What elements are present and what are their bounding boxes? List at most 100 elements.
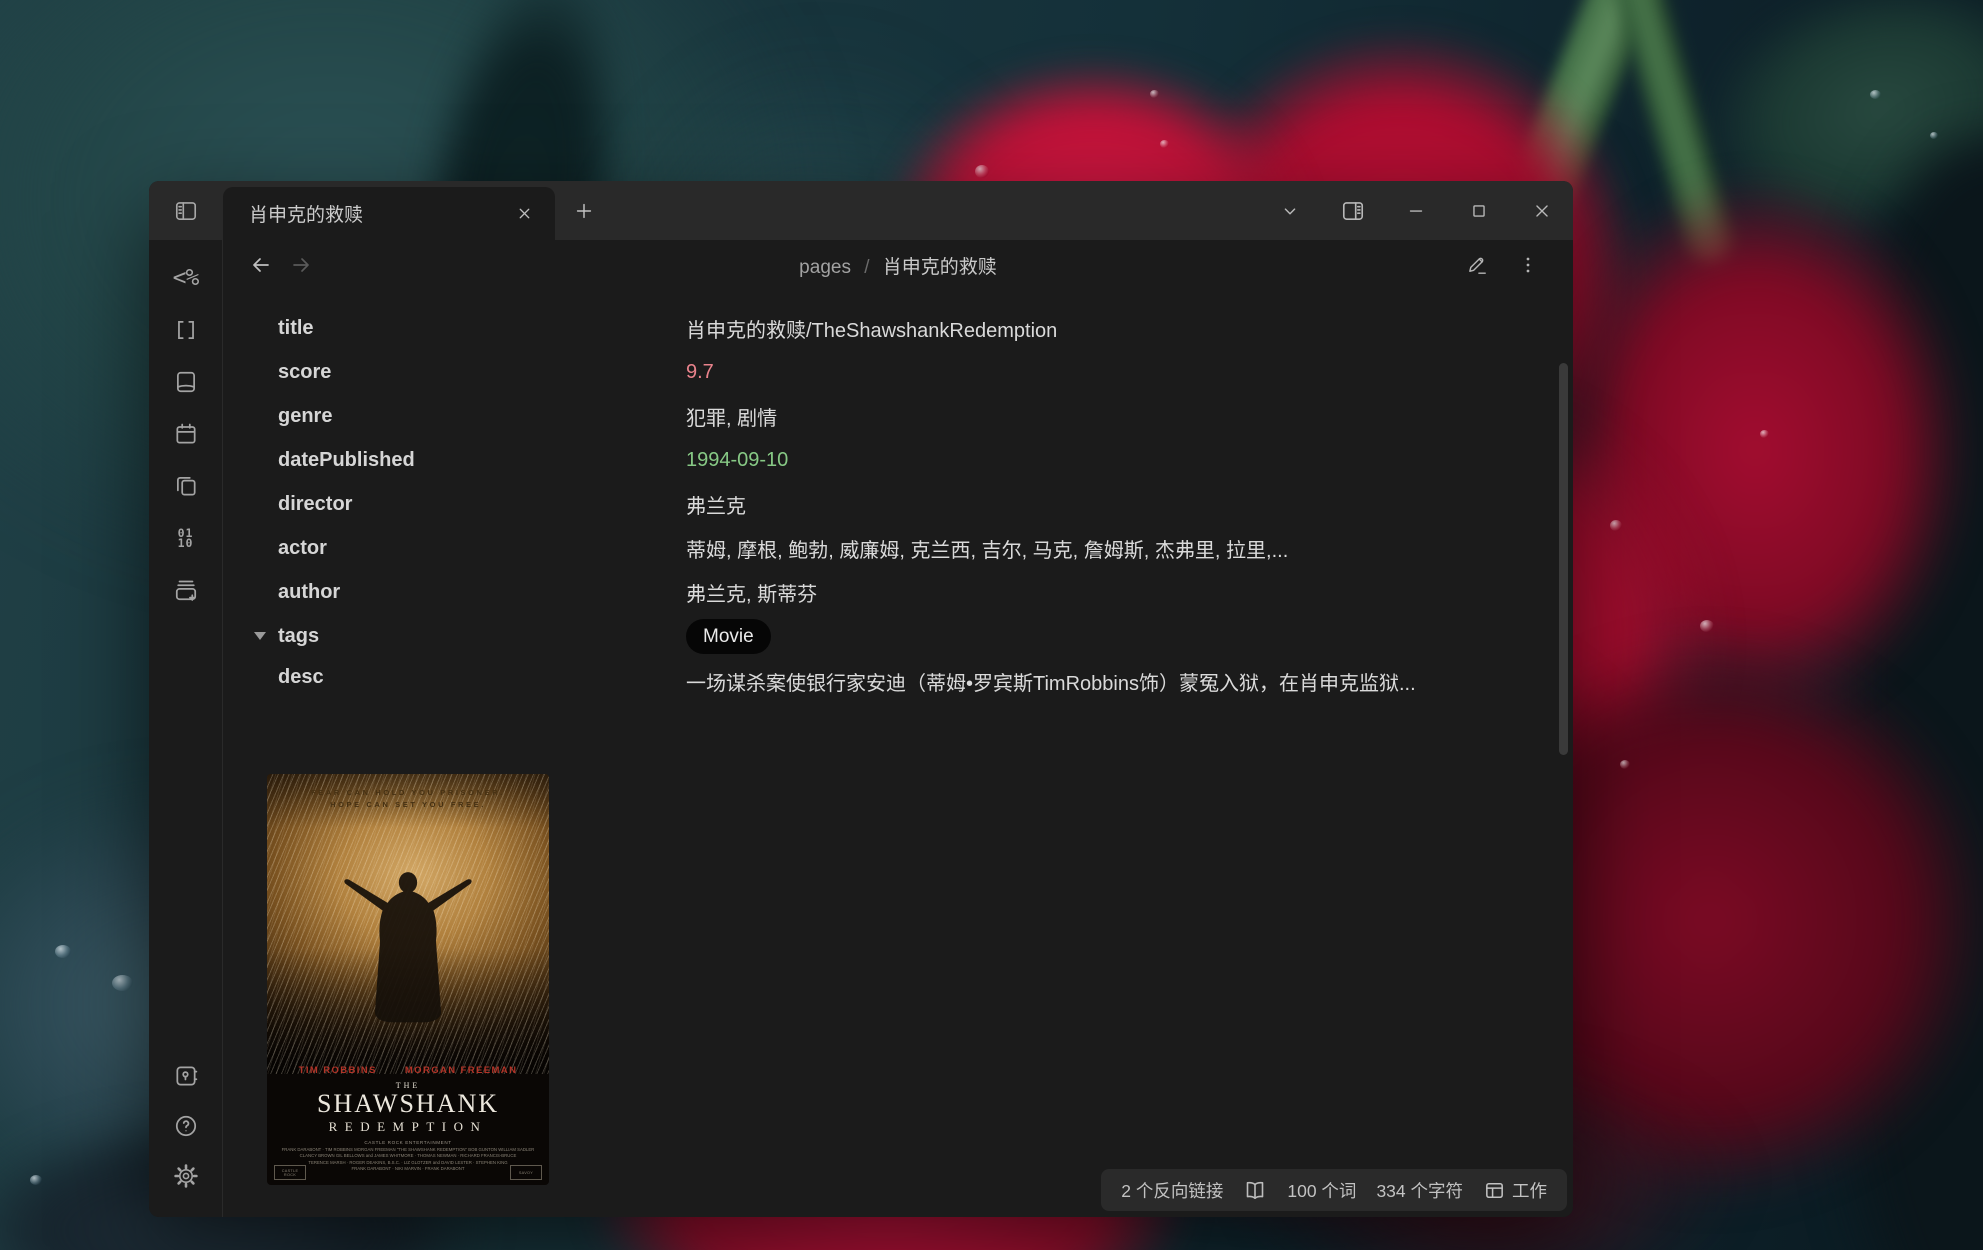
collapse-caret-icon[interactable] — [254, 632, 266, 640]
nav-arrows — [249, 253, 313, 277]
attribute-key[interactable]: genre — [278, 405, 686, 428]
titlebar-drag-area[interactable] — [613, 181, 1258, 240]
dock-calendar-button[interactable] — [149, 408, 223, 460]
water-drop — [1150, 90, 1159, 98]
water-drop — [975, 165, 989, 178]
attribute-key[interactable]: datePublished — [278, 449, 686, 472]
close-window-button[interactable] — [1510, 181, 1573, 240]
dock-book-button[interactable] — [149, 356, 223, 408]
left-dock: <% — [149, 240, 223, 1217]
attribute-value: Movie — [686, 619, 771, 654]
dock-brackets-button[interactable] — [149, 304, 223, 356]
workspace-icon — [1483, 1179, 1506, 1202]
gear-icon — [173, 1163, 199, 1189]
edit-mode-button[interactable] — [1466, 254, 1489, 277]
tab-close-button[interactable] — [507, 197, 541, 231]
arrow-right-icon — [289, 253, 313, 277]
water-drop — [1700, 620, 1714, 632]
help-icon — [173, 1113, 199, 1139]
poster-tagline: FEAR CAN HOLD YOU PRISONER. HOPE CAN SET… — [267, 787, 549, 811]
poster-studio-line: CASTLE ROCK ENTERTAINMENT — [267, 1140, 549, 1145]
attribute-row-author[interactable]: author 弗兰克, 斯蒂芬 — [223, 570, 1573, 614]
window-body: <% — [149, 240, 1573, 1217]
breadcrumb-parent[interactable]: pages — [799, 257, 851, 278]
poster-actor-names: TIM ROBBINS MORGAN FREEMAN — [267, 1065, 549, 1076]
minimize-button[interactable] — [1384, 181, 1447, 240]
document-header: pages / 肖申克的救赎 — [223, 240, 1573, 290]
status-bar: 2 个反向链接 100 个词 334 个字符 — [1101, 1169, 1567, 1211]
dock-bottom-group — [149, 1051, 223, 1217]
window-controls — [1258, 181, 1573, 240]
attribute-key[interactable]: director — [278, 493, 686, 516]
poster-text-block: TIM ROBBINS MORGAN FREEMAN THE SHAWSHANK… — [267, 1063, 549, 1185]
attribute-value[interactable]: 弗兰克, 斯蒂芬 — [686, 578, 817, 607]
attribute-row-genre[interactable]: genre 犯罪, 剧情 — [223, 394, 1573, 438]
water-drop — [1160, 140, 1169, 148]
poster-title-sub: REDEMPTION — [267, 1119, 549, 1135]
attribute-value[interactable]: 弗兰克 — [686, 490, 746, 519]
breadcrumb-current[interactable]: 肖申克的救赎 — [883, 257, 997, 278]
attribute-row-desc[interactable]: desc 一场谋杀案使银行家安迪（蒂姆•罗宾斯TimRobbins饰）蒙冤入狱，… — [223, 658, 1573, 718]
arrow-left-icon — [249, 253, 273, 277]
attribute-value[interactable]: 一场谋杀案使银行家安迪（蒂姆•罗宾斯TimRobbins饰）蒙冤入狱，在肖申克监… — [686, 666, 1506, 702]
poster-title-main: SHAWSHANK — [267, 1091, 549, 1117]
more-options-button[interactable] — [1517, 254, 1539, 276]
back-button[interactable] — [249, 253, 273, 277]
char-count: 334 个字符 — [1376, 1178, 1463, 1203]
attribute-row-tags[interactable]: tags Movie — [223, 614, 1573, 658]
attribute-key-label: tags — [278, 625, 319, 647]
man-in-rain-silhouette — [329, 852, 487, 1030]
attribute-row-score[interactable]: score 9.7 — [223, 350, 1573, 394]
water-drop — [1610, 520, 1622, 531]
vertical-scrollbar-thumb[interactable] — [1559, 363, 1568, 755]
dock-settings-button[interactable] — [149, 1151, 223, 1201]
attribute-key[interactable]: score — [278, 361, 686, 384]
toggle-right-dock-button[interactable] — [1321, 181, 1384, 240]
left-panel-icon — [173, 198, 199, 224]
water-drop — [112, 975, 133, 991]
document-header-actions — [1466, 254, 1539, 277]
book-icon — [173, 369, 199, 395]
dock-help-button[interactable] — [149, 1101, 223, 1151]
attribute-row-actor[interactable]: actor 蒂姆, 摩根, 鲍勃, 威廉姆, 克兰西, 吉尔, 马克, 詹姆斯,… — [223, 526, 1573, 570]
attribute-value[interactable]: 1994-09-10 — [686, 449, 788, 472]
poster-image[interactable]: FEAR CAN HOLD YOU PRISONER. HOPE CAN SET… — [267, 774, 549, 1185]
chevron-down-icon — [1279, 200, 1301, 222]
attribute-row-datepublished[interactable]: datePublished 1994-09-10 — [223, 438, 1573, 482]
forward-button[interactable] — [289, 253, 313, 277]
attribute-value[interactable]: 犯罪, 剧情 — [686, 402, 777, 431]
dock-copies-button[interactable] — [149, 460, 223, 512]
maximize-button[interactable] — [1447, 181, 1510, 240]
dock-binary-button[interactable]: 0110 — [149, 512, 223, 564]
editor-area: pages / 肖申克的救赎 — [223, 240, 1573, 1217]
workspace-switcher[interactable]: 工作 — [1483, 1178, 1547, 1203]
toggle-left-dock-button[interactable] — [149, 181, 223, 240]
workspace-name: 工作 — [1512, 1178, 1547, 1203]
dock-template-button[interactable]: <% — [149, 252, 223, 304]
attribute-key[interactable]: author — [278, 581, 686, 604]
tag-chip-movie[interactable]: Movie — [686, 619, 771, 654]
attribute-row-title[interactable]: title 肖申克的救赎/TheShawshankRedemption — [223, 306, 1573, 350]
close-icon — [1531, 200, 1553, 222]
minimize-icon — [1405, 200, 1427, 222]
attribute-key[interactable]: desc — [278, 666, 686, 689]
poster-logo-right: SAVOY — [510, 1165, 542, 1180]
backlinks-counter[interactable]: 2 个反向链接 — [1121, 1178, 1223, 1203]
attribute-value[interactable]: 蒂姆, 摩根, 鲍勃, 威廉姆, 克兰西, 吉尔, 马克, 詹姆斯, 杰弗里, … — [686, 534, 1288, 563]
attribute-key[interactable]: tags — [278, 625, 686, 648]
tab-list-dropdown-button[interactable] — [1258, 181, 1321, 240]
attribute-value[interactable]: 9.7 — [686, 361, 714, 384]
dock-vault-button[interactable] — [149, 1051, 223, 1101]
new-tab-button[interactable] — [555, 181, 613, 240]
tab-shawshank[interactable]: 肖申克的救赎 — [223, 187, 555, 240]
attribute-value[interactable]: 肖申克的救赎/TheShawshankRedemption — [686, 314, 1057, 343]
dock-collection-button[interactable] — [149, 564, 223, 616]
attribute-table: title 肖申克的救赎/TheShawshankRedemption scor… — [223, 306, 1573, 718]
attribute-row-director[interactable]: director 弗兰克 — [223, 482, 1573, 526]
word-count-group — [1243, 1178, 1267, 1202]
attribute-key[interactable]: title — [278, 317, 686, 340]
word-count: 100 个词 — [1287, 1178, 1356, 1203]
water-drop — [1870, 90, 1881, 99]
attribute-key[interactable]: actor — [278, 537, 686, 560]
titlebar: 肖申克的救赎 — [149, 181, 1573, 240]
